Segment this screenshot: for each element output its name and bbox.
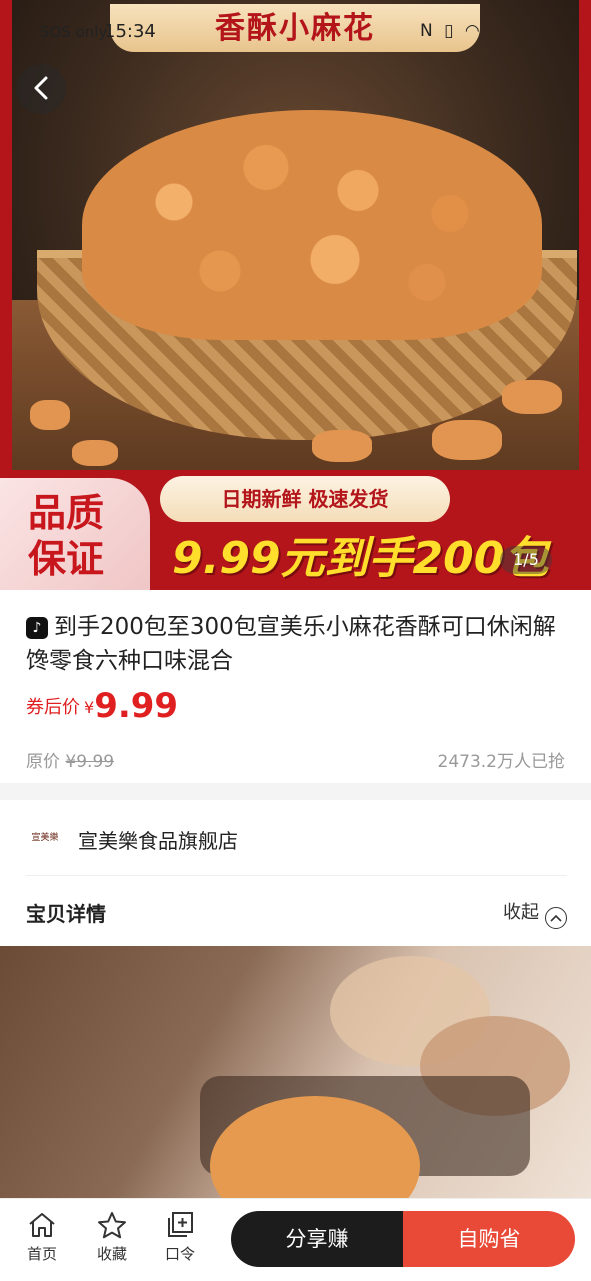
status-bar: SOS only 15:34 N ▯ ◠ <box>0 0 591 64</box>
back-button[interactable] <box>16 64 66 114</box>
self-buy-button[interactable]: 自购省 <box>403 1211 575 1267</box>
mahua-piece <box>502 380 562 414</box>
bottom-bar: 首页 收藏 口令 分享赚 自购省 <box>0 1198 591 1281</box>
quality-badge: 品质 保证 <box>0 478 150 590</box>
image-counter: 1/5 <box>500 546 552 574</box>
quality-badge-line2: 保证 <box>28 537 105 581</box>
star-icon <box>84 1211 140 1241</box>
status-icons: N ▯ ◠ <box>420 21 483 41</box>
mahua-piece <box>72 440 118 466</box>
mahua-piece <box>432 420 502 460</box>
divider <box>26 875 567 876</box>
tab-code[interactable]: 口令 <box>152 1211 208 1264</box>
tab-favorite[interactable]: 收藏 <box>84 1211 140 1264</box>
collapse-button[interactable]: 收起 <box>503 898 567 929</box>
product-image-carousel[interactable]: 香酥小麻花 品质 保证 日期新鲜 极速发货 9.99元到手200包 1/5 <box>0 0 591 590</box>
status-time: 15:34 <box>104 21 156 42</box>
home-icon <box>14 1211 70 1241</box>
price-label: 券后价 <box>26 697 80 718</box>
original-price: 原价 ¥9.99 <box>26 747 114 772</box>
quality-badge-line1: 品质 <box>28 491 105 535</box>
fresh-shipping-pill: 日期新鲜 极速发货 <box>160 476 450 522</box>
price-row: 券后价 ¥9.99 <box>26 686 178 730</box>
details-title: 宝贝详情 <box>26 902 106 926</box>
store-section: 宣美樂 宣美樂食品旗舰店 宝贝详情 收起 <box>0 800 591 946</box>
tab-favorite-label: 收藏 <box>96 1245 127 1263</box>
add-square-icon <box>152 1211 208 1241</box>
original-price-value: ¥9.99 <box>65 752 115 772</box>
product-photo <box>12 0 579 470</box>
store-logo[interactable]: 宣美樂 <box>26 824 64 852</box>
tab-home-label: 首页 <box>26 1245 57 1263</box>
tab-home[interactable]: 首页 <box>14 1211 70 1264</box>
product-info-card: ♪ 到手200包至300包宣美乐小麻花香酥可口休闲解馋零食六种口味混合 券后价 ¥9… <box>0 590 591 783</box>
chevron-left-icon <box>32 71 50 104</box>
collapse-label: 收起 <box>503 902 539 923</box>
product-title-block: ♪ 到手200包至300包宣美乐小麻花香酥可口休闲解馋零食六种口味混合 <box>26 610 571 678</box>
sos-indicator: SOS only <box>40 23 108 41</box>
mahua-piece <box>30 400 70 430</box>
share-earn-button[interactable]: 分享赚 <box>231 1211 403 1267</box>
sold-count: 2473.2万人已抢 <box>437 752 565 772</box>
original-price-label: 原价 <box>26 752 60 772</box>
chevron-up-icon <box>545 907 567 929</box>
price-value: 9.99 <box>94 686 179 726</box>
tab-code-label: 口令 <box>164 1245 195 1263</box>
store-name[interactable]: 宣美樂食品旗舰店 <box>78 825 238 854</box>
product-title: 到手200包至300包宣美乐小麻花香酥可口休闲解馋零食六种口味混合 <box>26 614 556 674</box>
douyin-icon: ♪ <box>26 617 48 639</box>
mahua-pile <box>82 110 542 340</box>
mahua-piece <box>312 430 372 462</box>
detail-image <box>0 946 591 1198</box>
price-currency: ¥ <box>84 698 95 717</box>
